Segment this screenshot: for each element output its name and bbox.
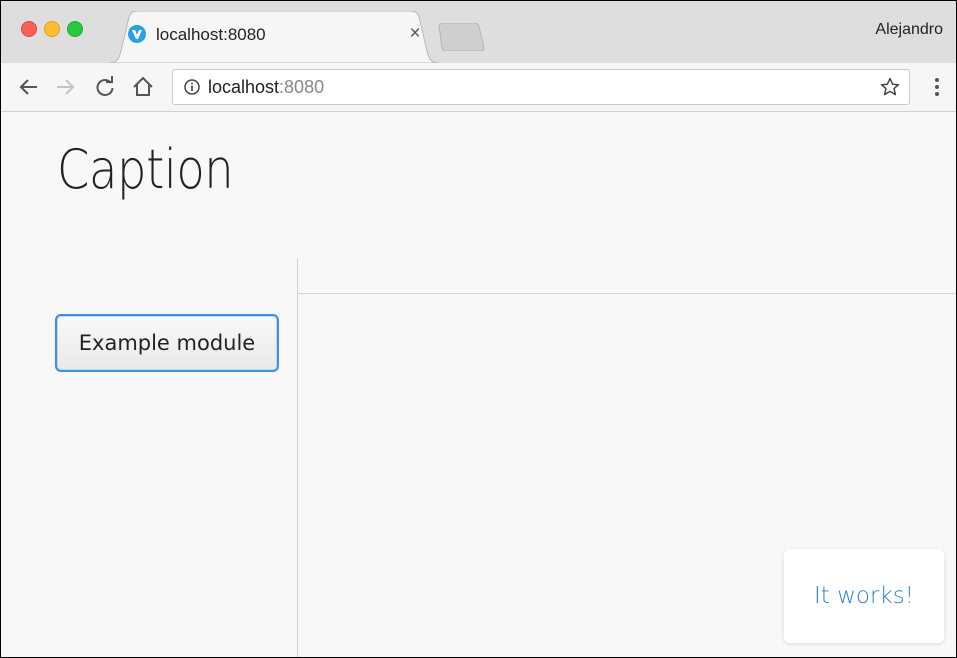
arrow-left-icon[interactable] bbox=[17, 75, 41, 99]
page-content: Caption Example module It works! bbox=[1, 112, 956, 657]
url-text: localhost:8080 bbox=[208, 77, 324, 97]
profile-name[interactable]: Alejandro bbox=[875, 21, 943, 39]
arrow-right-icon[interactable] bbox=[53, 75, 77, 99]
page-caption: Caption bbox=[57, 138, 234, 201]
address-bar[interactable]: localhost:8080 bbox=[172, 69, 910, 105]
split-panel-divider[interactable] bbox=[297, 258, 298, 657]
new-tab-button[interactable] bbox=[437, 23, 485, 51]
notification-text: It works! bbox=[814, 583, 914, 609]
example-module-button[interactable]: Example module bbox=[55, 314, 279, 372]
browser-window: localhost:8080 × Alejandro localhost:808… bbox=[0, 0, 957, 658]
window-maximize-button[interactable] bbox=[67, 21, 83, 37]
tab-close-icon[interactable]: × bbox=[406, 23, 424, 45]
vaadin-logo-icon bbox=[128, 25, 146, 43]
home-icon[interactable] bbox=[131, 75, 155, 99]
kebab-menu-icon[interactable] bbox=[927, 75, 947, 99]
star-icon[interactable] bbox=[880, 77, 900, 97]
reload-icon[interactable] bbox=[93, 75, 117, 99]
url-host: localhost bbox=[208, 77, 280, 97]
browser-tab[interactable]: localhost:8080 × bbox=[109, 11, 439, 63]
notification[interactable]: It works! bbox=[784, 549, 944, 643]
info-icon[interactable] bbox=[184, 79, 200, 95]
content-header-divider bbox=[298, 293, 956, 294]
window-minimize-button[interactable] bbox=[44, 21, 60, 37]
tab-title: localhost:8080 bbox=[156, 25, 266, 44]
browser-toolbar: localhost:8080 bbox=[1, 63, 956, 112]
url-port: :8080 bbox=[279, 77, 325, 97]
tab-strip: localhost:8080 × Alejandro bbox=[1, 1, 956, 63]
window-close-button[interactable] bbox=[21, 21, 37, 37]
